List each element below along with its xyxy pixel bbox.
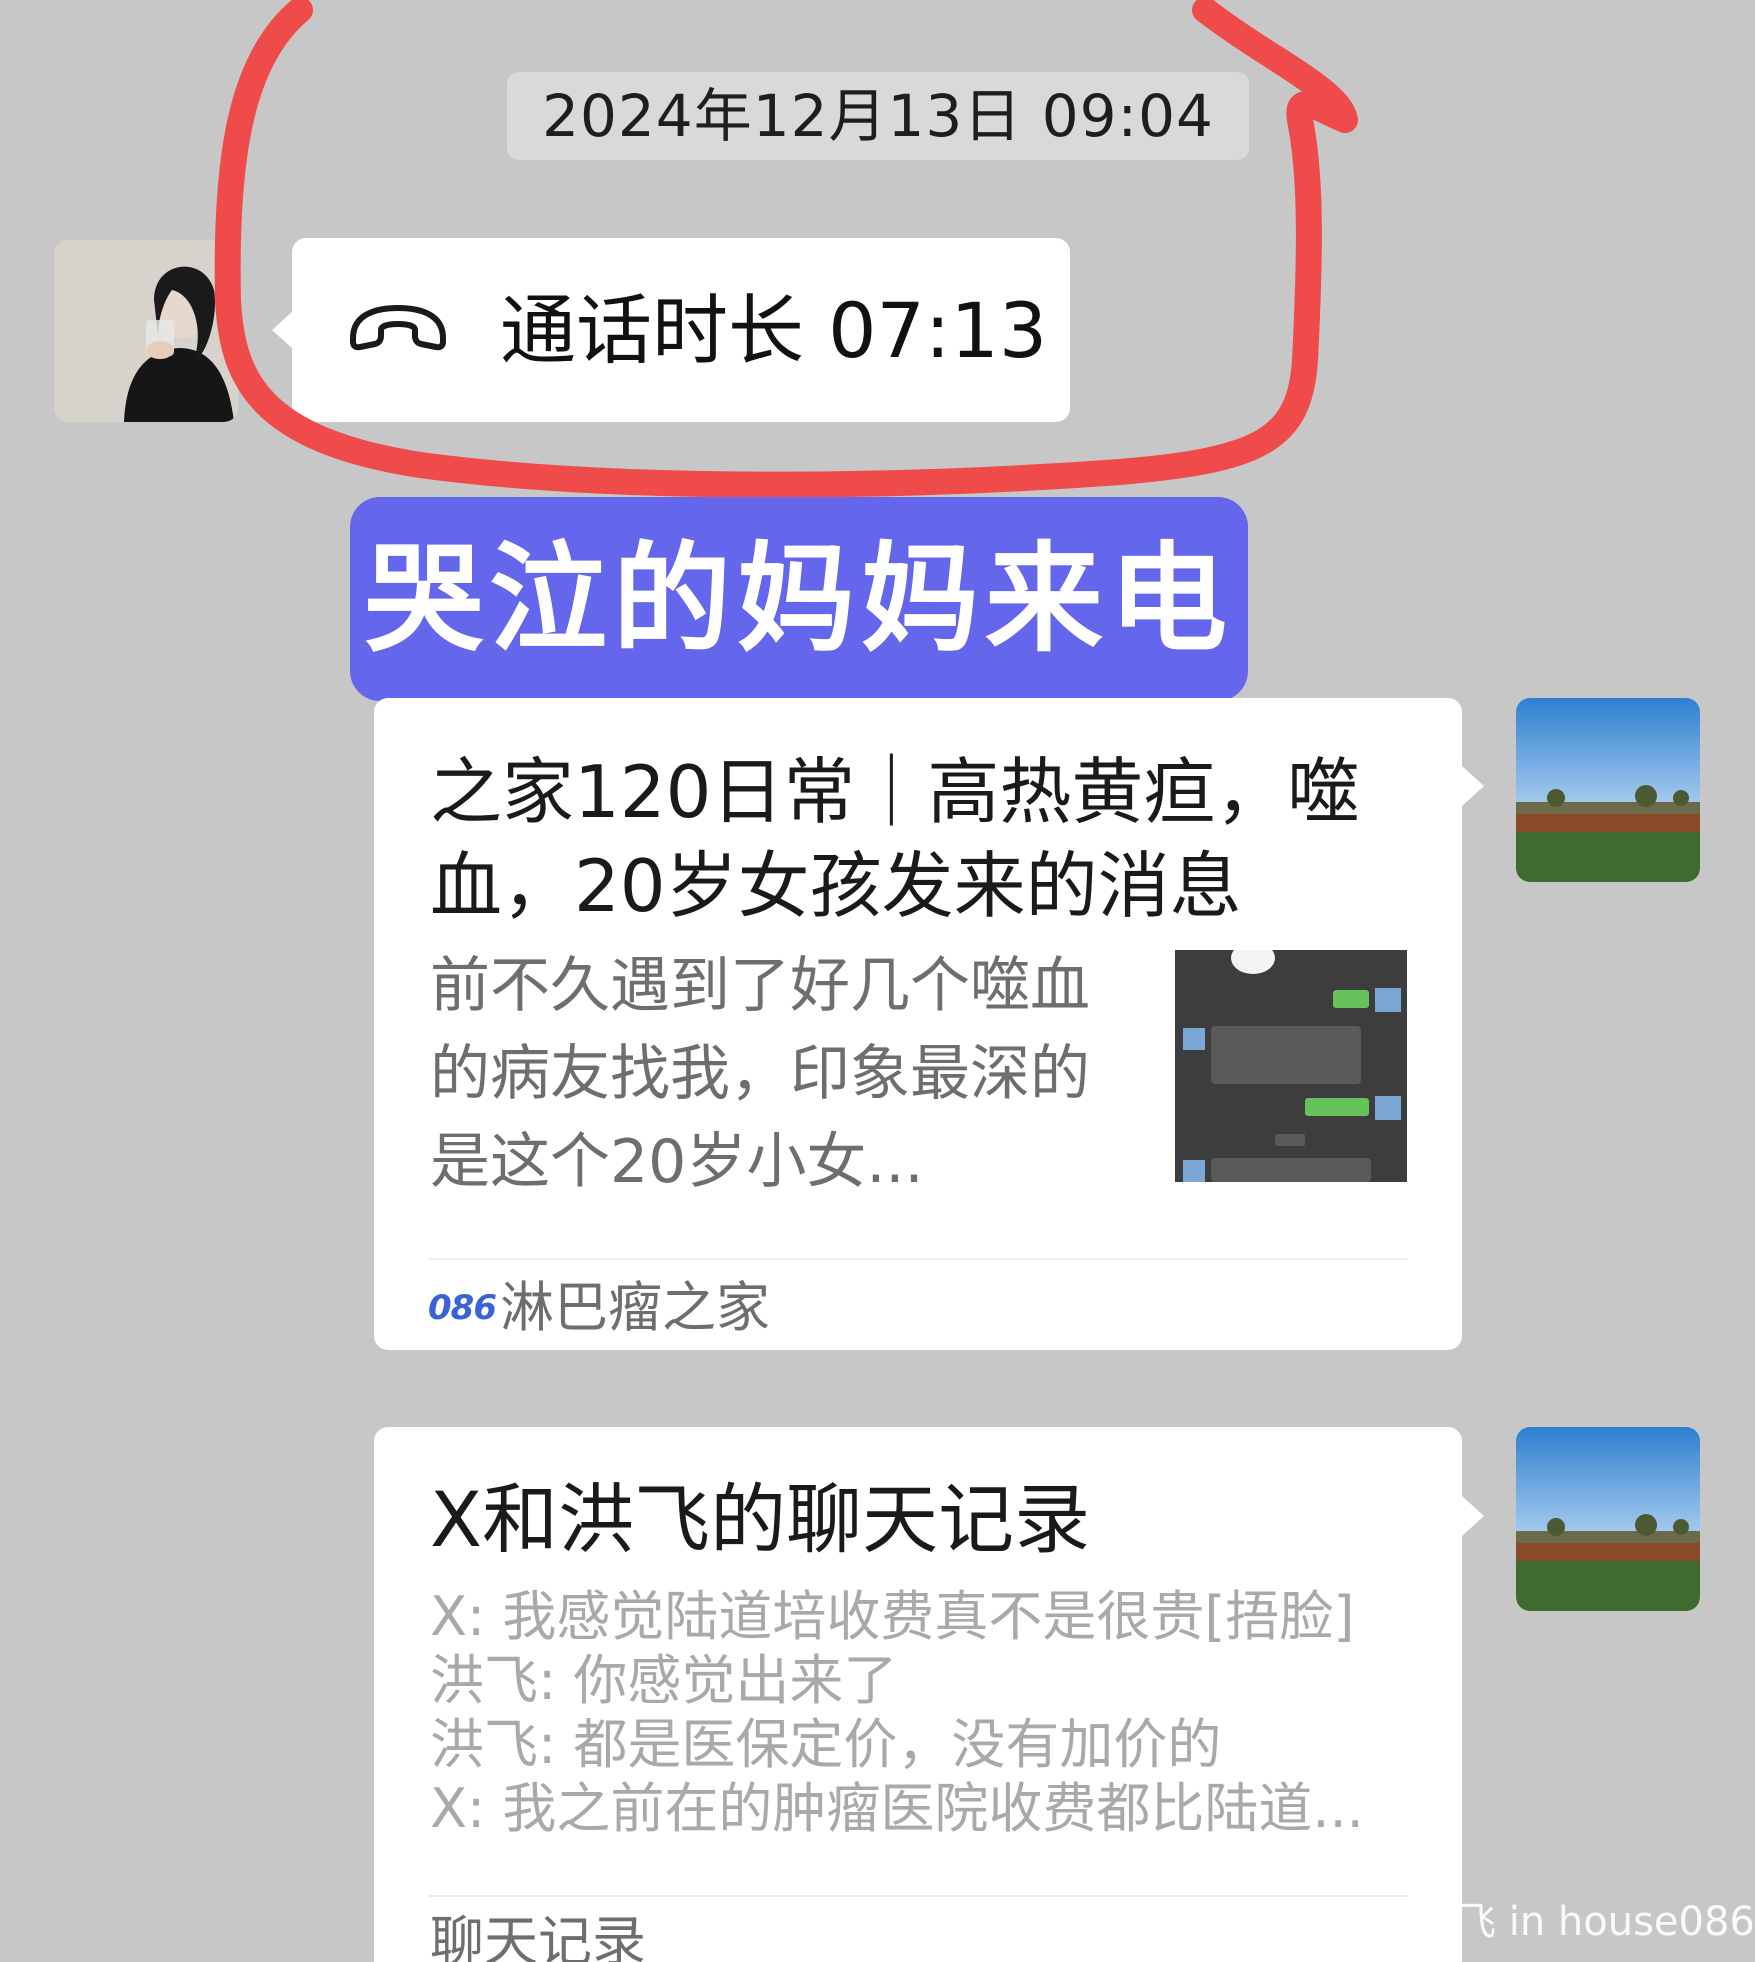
bubble-tail <box>272 310 294 350</box>
chat-history-line: X: 我之前在的肿瘤医院收费都比陆道... <box>430 1777 1364 1840</box>
contact-avatar[interactable] <box>54 240 238 422</box>
article-thumbnail <box>1175 950 1407 1182</box>
call-duration-text: 通话时长 07:13 <box>500 286 1048 375</box>
my-avatar[interactable] <box>1516 1427 1700 1611</box>
article-source-name: 淋巴瘤之家 <box>500 1276 770 1339</box>
watermark: 飞 in house086 <box>1456 1899 1755 1945</box>
chat-history-line: X: 我感觉陆道培收费真不是很贵[捂脸] <box>430 1585 1355 1648</box>
divider <box>428 1895 1408 1897</box>
message-timestamp: 2024年12月13日 09:04 <box>507 72 1249 160</box>
bubble-tail <box>1462 766 1484 806</box>
annotation-caption: 哭泣的妈妈来电 <box>350 497 1248 701</box>
my-avatar[interactable] <box>1516 698 1700 882</box>
divider <box>428 1258 1408 1260</box>
bubble-tail <box>1462 1496 1484 1536</box>
source-logo: 086 <box>428 1288 497 1328</box>
chat-history-line: 洪飞: 都是医保定价，没有加价的 <box>430 1713 1222 1776</box>
chat-history-footer: 聊天记录 <box>430 1910 646 1962</box>
chat-history-line: 洪飞: 你感觉出来了 <box>430 1649 898 1712</box>
phone-hangup-icon <box>343 298 453 358</box>
article-description: 前不久遇到了好几个噬血的病友找我，印象最深的是这个20岁小女... <box>430 951 1090 1197</box>
article-title: 之家120日常｜高热黄疸，噬血，20岁女孩发来的消息 <box>430 750 1360 928</box>
chat-history-title: X和洪飞的聊天记录 <box>430 1475 1091 1564</box>
chat-history-preview: X: 我感觉陆道培收费真不是很贵[捂脸] 洪飞: 你感觉出来了 洪飞: 都是医保… <box>430 1585 1430 1841</box>
